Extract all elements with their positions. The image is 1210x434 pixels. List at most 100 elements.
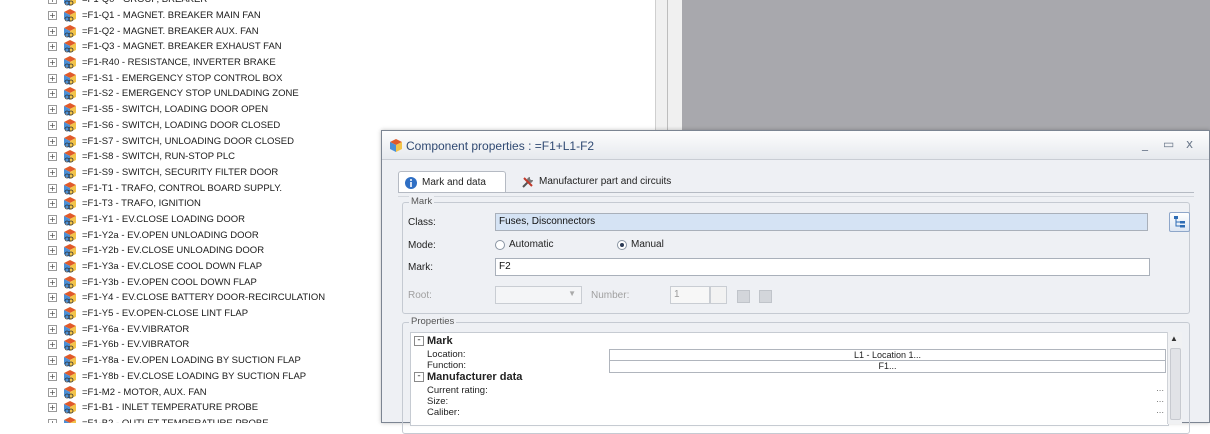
mode-manual-label: Manual — [631, 239, 664, 250]
expand-icon[interactable]: + — [48, 418, 57, 423]
mode-manual-radio[interactable]: Manual — [617, 239, 664, 250]
expand-icon[interactable]: + — [48, 120, 57, 130]
tree-item[interactable]: + =F1-Q1 - MAGNET. BREAKER MAIN FAN — [48, 8, 325, 24]
tree-item[interactable]: + =F1-S2 - EMERGENCY STOP UNLDADING ZONE — [48, 86, 325, 102]
tree-item[interactable]: + =F1-Y6a - EV.VIBRATOR — [48, 321, 325, 337]
component-icon — [390, 139, 402, 152]
hierarchy-icon — [1174, 216, 1185, 228]
expand-icon[interactable]: + — [48, 246, 57, 256]
tree-item[interactable]: + =F1-Y8a - EV.OPEN LOADING BY SUCTION FL… — [48, 353, 325, 369]
tree-item[interactable]: + =F1-S1 - EMERGENCY STOP CONTROL BOX — [48, 70, 325, 86]
expand-icon[interactable]: + — [48, 277, 57, 287]
tree-item[interactable]: + =F1-S9 - SWITCH, SECURITY FILTER DOOR — [48, 165, 325, 181]
number-next-button[interactable] — [759, 290, 772, 303]
component-icon — [64, 385, 76, 399]
tree-item[interactable]: + =F1-S6 - SWITCH, LOADING DOOR CLOSED — [48, 118, 325, 134]
number-spinner[interactable] — [710, 286, 727, 304]
class-label: Class: — [408, 217, 436, 228]
tree-item[interactable]: + =F1-Q0 - GROUP, BREAKER — [48, 0, 325, 8]
component-icon — [64, 181, 76, 195]
class-browse-button[interactable] — [1169, 212, 1190, 232]
close-button[interactable]: x — [1186, 137, 1193, 151]
property-category-label: Manufacturer data — [427, 371, 523, 383]
expand-icon[interactable]: + — [48, 387, 57, 397]
tree-item[interactable]: + =F1-Q3 - MAGNET. BREAKER EXHAUST FAN — [48, 39, 325, 55]
mode-automatic-radio[interactable]: Automatic — [495, 239, 553, 250]
collapse-icon[interactable]: - — [414, 372, 424, 382]
tree-item[interactable]: + =F1-R40 - RESISTANCE, INVERTER BRAKE — [48, 55, 325, 71]
tree-item[interactable]: + =F1-Q2 - MAGNET. BREAKER AUX. FAN — [48, 23, 325, 39]
expand-icon[interactable]: + — [48, 214, 57, 224]
expand-icon[interactable]: + — [48, 324, 57, 334]
tab-mark-and-data-label: Mark and data — [422, 177, 486, 188]
mark-field[interactable]: F2 — [495, 258, 1150, 276]
tree-item[interactable]: + =F1-T3 - TRAFO, IGNITION — [48, 196, 325, 212]
expand-icon[interactable]: + — [48, 152, 57, 162]
property-ellipsis-button[interactable]: ... — [1156, 394, 1164, 405]
expand-icon[interactable]: + — [48, 11, 57, 21]
expand-icon[interactable]: + — [48, 340, 57, 350]
number-prev-button[interactable] — [737, 290, 750, 303]
expand-icon[interactable]: + — [48, 167, 57, 177]
expand-icon[interactable]: + — [48, 230, 57, 240]
property-ellipsis-button[interactable]: ... — [1156, 405, 1164, 416]
tree-item[interactable]: + =F1-Y6b - EV.VIBRATOR — [48, 337, 325, 353]
scroll-thumb[interactable] — [1170, 348, 1181, 420]
tree-item[interactable]: + =F1-Y2a - EV.OPEN UNLOADING DOOR — [48, 227, 325, 243]
tree-item-label: =F1-B1 - INLET TEMPERATURE PROBE — [82, 402, 259, 414]
tree-item[interactable]: + =F1-Y5 - EV.OPEN-CLOSE LINT FLAP — [48, 306, 325, 322]
expand-icon[interactable]: + — [48, 89, 57, 99]
tree-item[interactable]: + =F1-Y1 - EV.CLOSE LOADING DOOR — [48, 212, 325, 228]
expand-icon[interactable]: + — [48, 73, 57, 83]
tree-item[interactable]: + =F1-Y8b - EV.CLOSE LOADING BY SUCTION F… — [48, 369, 325, 385]
property-row[interactable]: Caliber:... — [411, 405, 1168, 419]
expand-icon[interactable]: + — [48, 199, 57, 209]
tab-manufacturer-part[interactable]: Manufacturer part and circuits — [516, 171, 716, 192]
number-field[interactable]: 1 — [670, 286, 710, 304]
tab-mark-and-data[interactable]: Mark and data — [398, 171, 506, 193]
expand-icon[interactable]: + — [48, 58, 57, 68]
expand-icon[interactable]: + — [48, 293, 57, 303]
expand-icon[interactable]: + — [48, 356, 57, 366]
tree-item-label: =F1-Q1 - MAGNET. BREAKER MAIN FAN — [82, 10, 261, 22]
class-field[interactable]: Fuses, Disconnectors — [495, 213, 1148, 231]
expand-icon[interactable]: + — [48, 105, 57, 115]
expand-icon[interactable]: + — [48, 136, 57, 146]
property-category[interactable]: - Mark — [411, 335, 1168, 347]
expand-icon[interactable]: + — [48, 371, 57, 381]
component-icon — [64, 24, 76, 38]
expand-icon[interactable]: + — [48, 183, 57, 193]
tree-item[interactable]: + =F1-Y4 - EV.CLOSE BATTERY DOOR-RECIRCUL… — [48, 290, 325, 306]
dialog-titlebar[interactable]: Component properties : =F1+L1-F2 _ ▭ x — [382, 131, 1209, 160]
maximize-button[interactable]: ▭ — [1163, 137, 1174, 151]
component-icon — [64, 338, 76, 352]
tree-item[interactable]: + =F1-T1 - TRAFO, CONTROL BOARD SUPPLY. — [48, 180, 325, 196]
property-grid-scrollbar[interactable]: ▲ — [1167, 332, 1182, 424]
property-category[interactable]: - Manufacturer data — [411, 371, 1168, 383]
tree-item[interactable]: + =F1-Y2b - EV.CLOSE UNLOADING DOOR — [48, 243, 325, 259]
tree-item[interactable]: + =F1-S7 - SWITCH, UNLOADING DOOR CLOSED — [48, 133, 325, 149]
expand-icon[interactable]: + — [48, 0, 57, 5]
property-ellipsis-button[interactable]: ... — [1156, 383, 1164, 394]
tree-item-label: =F1-S1 - EMERGENCY STOP CONTROL BOX — [82, 72, 283, 84]
expand-icon[interactable]: + — [48, 42, 57, 52]
tree-item-label: =F1-Q3 - MAGNET. BREAKER EXHAUST FAN — [82, 41, 282, 53]
mark-label: Mark: — [408, 262, 433, 273]
tree-item[interactable]: + =F1-M2 - MOTOR, AUX. FAN — [48, 384, 325, 400]
tree-item[interactable]: + =F1-Y3a - EV.CLOSE COOL DOWN FLAP — [48, 259, 325, 275]
component-icon — [64, 87, 76, 101]
tree-item[interactable]: + =F1-S5 - SWITCH, LOADING DOOR OPEN — [48, 102, 325, 118]
expand-icon[interactable]: + — [48, 309, 57, 319]
component-icon — [64, 165, 76, 179]
root-dropdown[interactable]: ▼ — [495, 286, 582, 304]
tree-item[interactable]: + =F1-Y3b - EV.OPEN COOL DOWN FLAP — [48, 274, 325, 290]
expand-icon[interactable]: + — [48, 26, 57, 36]
tree-item[interactable]: + =F1-B2 - OUTLET TEMPERATURE PROBE — [48, 416, 325, 423]
property-grid[interactable]: - Mark Location: L1 - Location 1... Function… — [410, 332, 1169, 426]
minimize-button[interactable]: _ — [1142, 137, 1148, 151]
expand-icon[interactable]: + — [48, 262, 57, 272]
tree-item[interactable]: + =F1-S8 - SWITCH, RUN-STOP PLC — [48, 149, 325, 165]
tree-item[interactable]: + =F1-B1 - INLET TEMPERATURE PROBE — [48, 400, 325, 416]
expand-icon[interactable]: + — [48, 403, 57, 413]
collapse-icon[interactable]: - — [414, 336, 424, 346]
